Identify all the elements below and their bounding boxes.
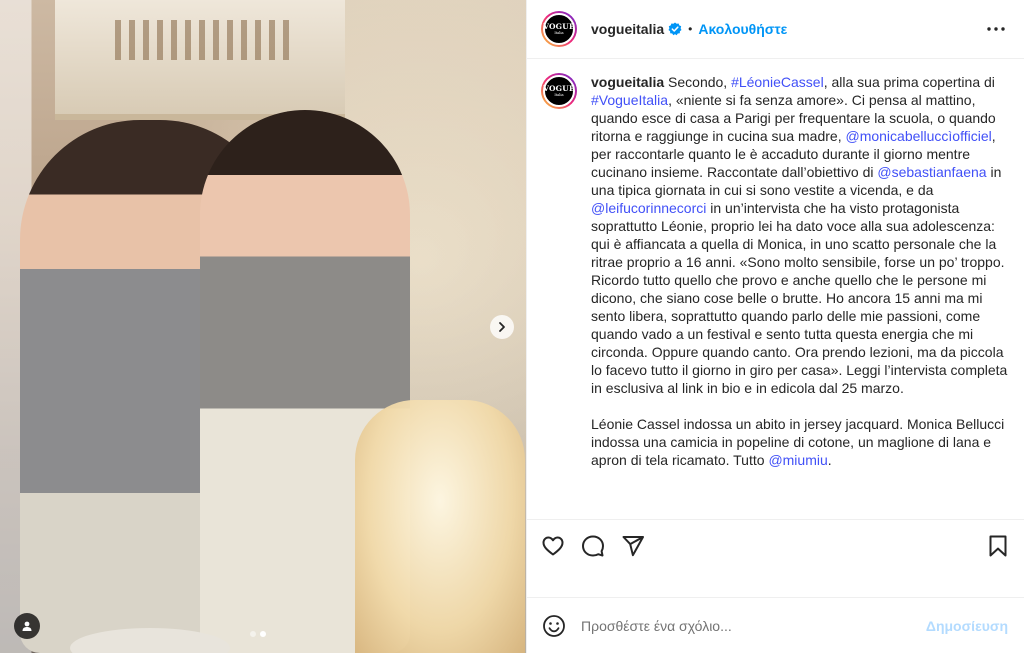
- post-panel: VOGUE Italia vogueitalia • Ακολουθήστε V…: [526, 0, 1024, 653]
- comment-input[interactable]: [581, 617, 926, 634]
- action-bar: [527, 519, 1024, 571]
- comment-bar: Δημοσίευση: [527, 597, 1024, 653]
- caption-gap: [591, 397, 1008, 415]
- mention-leifu-link[interactable]: @leifucorinnecorci: [591, 200, 706, 216]
- avatar-logo: VOGUE Italia: [543, 13, 575, 45]
- caption-text-part: , alla sua prima copertina di: [823, 74, 995, 90]
- follow-button[interactable]: Ακολουθήστε: [698, 21, 787, 37]
- person-icon: [22, 621, 32, 631]
- mention-sebastian-link[interactable]: @sebastianfaena: [877, 164, 986, 180]
- carousel-next-button[interactable]: [490, 315, 514, 339]
- post-photo[interactable]: [0, 0, 526, 653]
- avatar-logo-text: VOGUE: [543, 22, 575, 31]
- verified-badge-icon: [668, 22, 682, 36]
- caption-paragraph-1: vogueitalia Secondo, #LéonieCassel, alla…: [591, 73, 1008, 397]
- emoji-button[interactable]: [541, 613, 567, 639]
- caption-text-part: in un’intervista che ha visto protagonis…: [591, 200, 1008, 396]
- hashtag-leonie-link[interactable]: #LéonieCassel: [731, 74, 824, 90]
- photo-window: [55, 0, 345, 120]
- avatar-logo-sub: Italia: [554, 30, 564, 35]
- caption-avatar-logo-text: VOGUE: [543, 84, 575, 93]
- tagged-users-button[interactable]: [14, 613, 40, 639]
- more-options-icon: [987, 27, 1005, 31]
- caption-avatar-wrap: VOGUE Italia: [541, 73, 577, 519]
- share-icon: [622, 535, 644, 556]
- more-options-button[interactable]: [984, 17, 1008, 41]
- save-button[interactable]: [986, 534, 1010, 558]
- post-view: VOGUE Italia vogueitalia • Ακολουθήστε V…: [0, 0, 1024, 653]
- share-button[interactable]: [621, 534, 645, 558]
- emoji-icon: [543, 614, 565, 637]
- caption-text-part: Secondo,: [664, 74, 732, 90]
- publish-button[interactable]: Δημοσίευση: [926, 618, 1008, 634]
- bookmark-icon: [989, 535, 1007, 556]
- like-button[interactable]: [541, 534, 565, 558]
- header-separator: •: [688, 22, 693, 36]
- caption-username[interactable]: vogueitalia: [591, 74, 664, 90]
- caption-avatar-logo-sub: Italia: [554, 92, 564, 97]
- avatar[interactable]: VOGUE Italia: [541, 11, 577, 47]
- mention-monica-link[interactable]: @monicabelluccìofficiel: [845, 128, 991, 144]
- caption-paragraph-2: Léonie Cassel indossa un abito in jersey…: [591, 415, 1008, 469]
- carousel-dot: [250, 631, 256, 637]
- carousel-dots: [250, 631, 266, 637]
- chevron-right-icon: [499, 322, 505, 332]
- post-header: VOGUE Italia vogueitalia • Ακολουθήστε: [527, 0, 1024, 59]
- caption-area: VOGUE Italia vogueitalia Secondo, #Léoni…: [527, 59, 1024, 519]
- hashtag-vogueitalia-link[interactable]: #VogueItalia: [591, 92, 668, 108]
- photo-lamp: [355, 400, 525, 653]
- carousel-dot-active: [260, 631, 266, 637]
- caption-avatar[interactable]: VOGUE Italia: [541, 73, 577, 109]
- mention-miumiu-link[interactable]: @miumiu: [768, 452, 827, 468]
- caption-avatar-logo: VOGUE Italia: [543, 75, 575, 107]
- heart-icon: [542, 536, 564, 555]
- comment-icon: [582, 535, 604, 556]
- caption-text-part: .: [827, 452, 832, 468]
- header-username[interactable]: vogueitalia: [591, 21, 664, 37]
- comment-button[interactable]: [581, 534, 605, 558]
- caption-text: vogueitalia Secondo, #LéonieCassel, alla…: [591, 73, 1008, 519]
